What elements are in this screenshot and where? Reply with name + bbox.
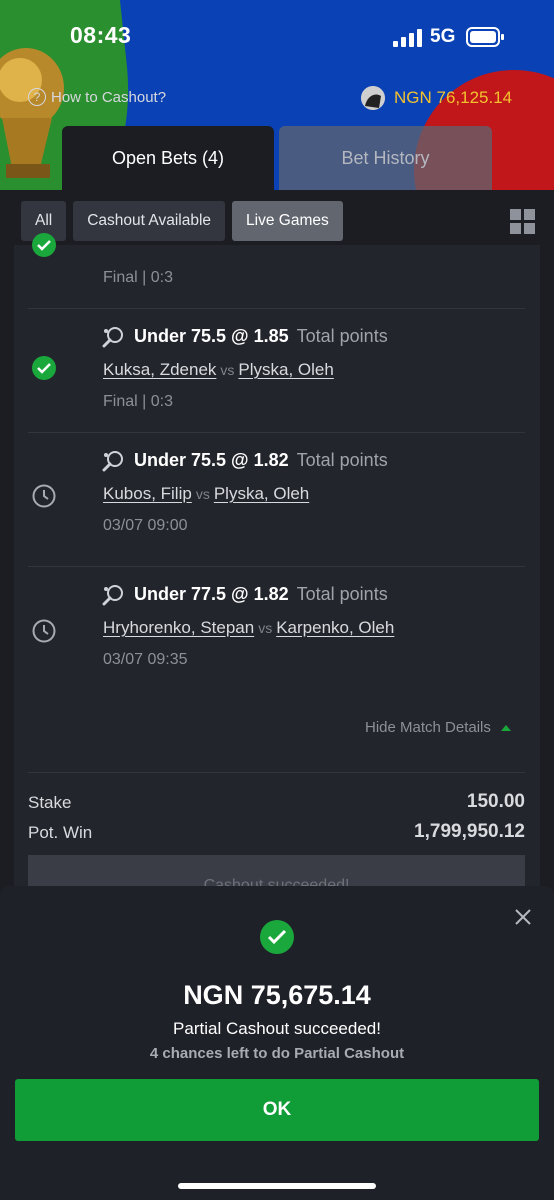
clock-icon bbox=[32, 619, 56, 643]
signal-icon bbox=[393, 29, 422, 47]
pot-win-value: 1,799,950.12 bbox=[414, 821, 525, 842]
market-label: Total points bbox=[296, 326, 388, 346]
stake-value: 150.00 bbox=[466, 791, 525, 812]
bet-pick: Under 75.5 @ 1.85 Total points bbox=[134, 326, 388, 347]
bet-pick: Under 77.5 @ 1.82 Total points bbox=[134, 584, 388, 605]
how-to-label: How to Cashout? bbox=[51, 88, 167, 106]
filter-cashout-available[interactable]: Cashout Available bbox=[73, 201, 226, 241]
cashout-amount: NGN 75,675.14 bbox=[183, 980, 371, 1010]
filter-bar: All Cashout Available Live Games bbox=[21, 201, 343, 241]
divider bbox=[28, 772, 525, 773]
hide-match-details-toggle[interactable]: Hide Match Details bbox=[365, 719, 511, 736]
vs-label: vs bbox=[195, 486, 210, 502]
grid-view-icon[interactable] bbox=[510, 209, 535, 234]
status-bar: 08:43 5G bbox=[0, 0, 554, 76]
match-teams[interactable]: Kuksa, Zdenek vs Plyska, Oleh bbox=[103, 360, 334, 380]
success-check-icon bbox=[260, 920, 294, 954]
match-info: 03/07 09:00 bbox=[103, 517, 188, 534]
avatar bbox=[361, 86, 385, 110]
match-teams[interactable]: Hryhorenko, Stepan vs Karpenko, Oleh bbox=[103, 618, 394, 638]
account-balance[interactable]: NGN 76,125.14 bbox=[361, 86, 512, 110]
table-tennis-icon bbox=[102, 327, 123, 348]
battery-icon bbox=[466, 27, 504, 47]
pick-label: Under 77.5 @ 1.82 bbox=[134, 584, 289, 604]
network-type: 5G bbox=[430, 26, 456, 47]
away-team: Karpenko, Oleh bbox=[276, 618, 395, 637]
market-label: Total points bbox=[296, 450, 388, 470]
home-team: Kubos, Filip bbox=[103, 484, 192, 503]
close-icon[interactable] bbox=[513, 907, 533, 927]
tab-open-bets[interactable]: Open Bets (4) bbox=[62, 126, 274, 190]
match-info: Final | 0:3 bbox=[103, 393, 173, 410]
bet-pick: Under 75.5 @ 1.82 Total points bbox=[134, 450, 388, 471]
check-icon bbox=[32, 233, 56, 257]
clock-icon bbox=[32, 484, 56, 508]
hide-details-label: Hide Match Details bbox=[365, 719, 491, 736]
stake-label: Stake bbox=[28, 793, 72, 812]
away-team: Plyska, Oleh bbox=[213, 484, 310, 503]
cashout-chances: 4 chances left to do Partial Cashout bbox=[149, 1045, 405, 1062]
caret-up-icon bbox=[500, 724, 511, 731]
vs-label: vs bbox=[220, 362, 235, 378]
home-indicator[interactable] bbox=[178, 1183, 376, 1189]
match-info: Final | 0:3 bbox=[103, 269, 173, 286]
help-icon: ? bbox=[28, 88, 46, 106]
pick-label: Under 75.5 @ 1.82 bbox=[134, 450, 289, 470]
match-info: 03/07 09:35 bbox=[103, 651, 188, 668]
ok-button[interactable]: OK bbox=[15, 1079, 539, 1141]
table-tennis-icon bbox=[102, 451, 123, 472]
pick-label: Under 75.5 @ 1.85 bbox=[134, 326, 289, 346]
home-team: Hryhorenko, Stepan bbox=[103, 618, 255, 637]
home-team: Kuksa, Zdenek bbox=[103, 360, 217, 379]
table-tennis-icon bbox=[102, 585, 123, 606]
match-teams[interactable]: Kubos, Filip vs Plyska, Oleh bbox=[103, 484, 309, 504]
market-label: Total points bbox=[296, 584, 388, 604]
balance-amount: NGN 76,125.14 bbox=[394, 88, 513, 107]
filter-live-games[interactable]: Live Games bbox=[232, 201, 343, 241]
clock: 08:43 bbox=[70, 22, 132, 48]
pot-win-label: Pot. Win bbox=[28, 823, 93, 842]
how-to-cashout-link[interactable]: ? How to Cashout? bbox=[28, 88, 166, 106]
cashout-message: Partial Cashout succeeded! bbox=[173, 1019, 381, 1038]
away-team: Plyska, Oleh bbox=[238, 360, 334, 379]
check-icon bbox=[32, 356, 56, 380]
tab-bet-history[interactable]: Bet History bbox=[279, 126, 492, 190]
vs-label: vs bbox=[258, 620, 273, 636]
